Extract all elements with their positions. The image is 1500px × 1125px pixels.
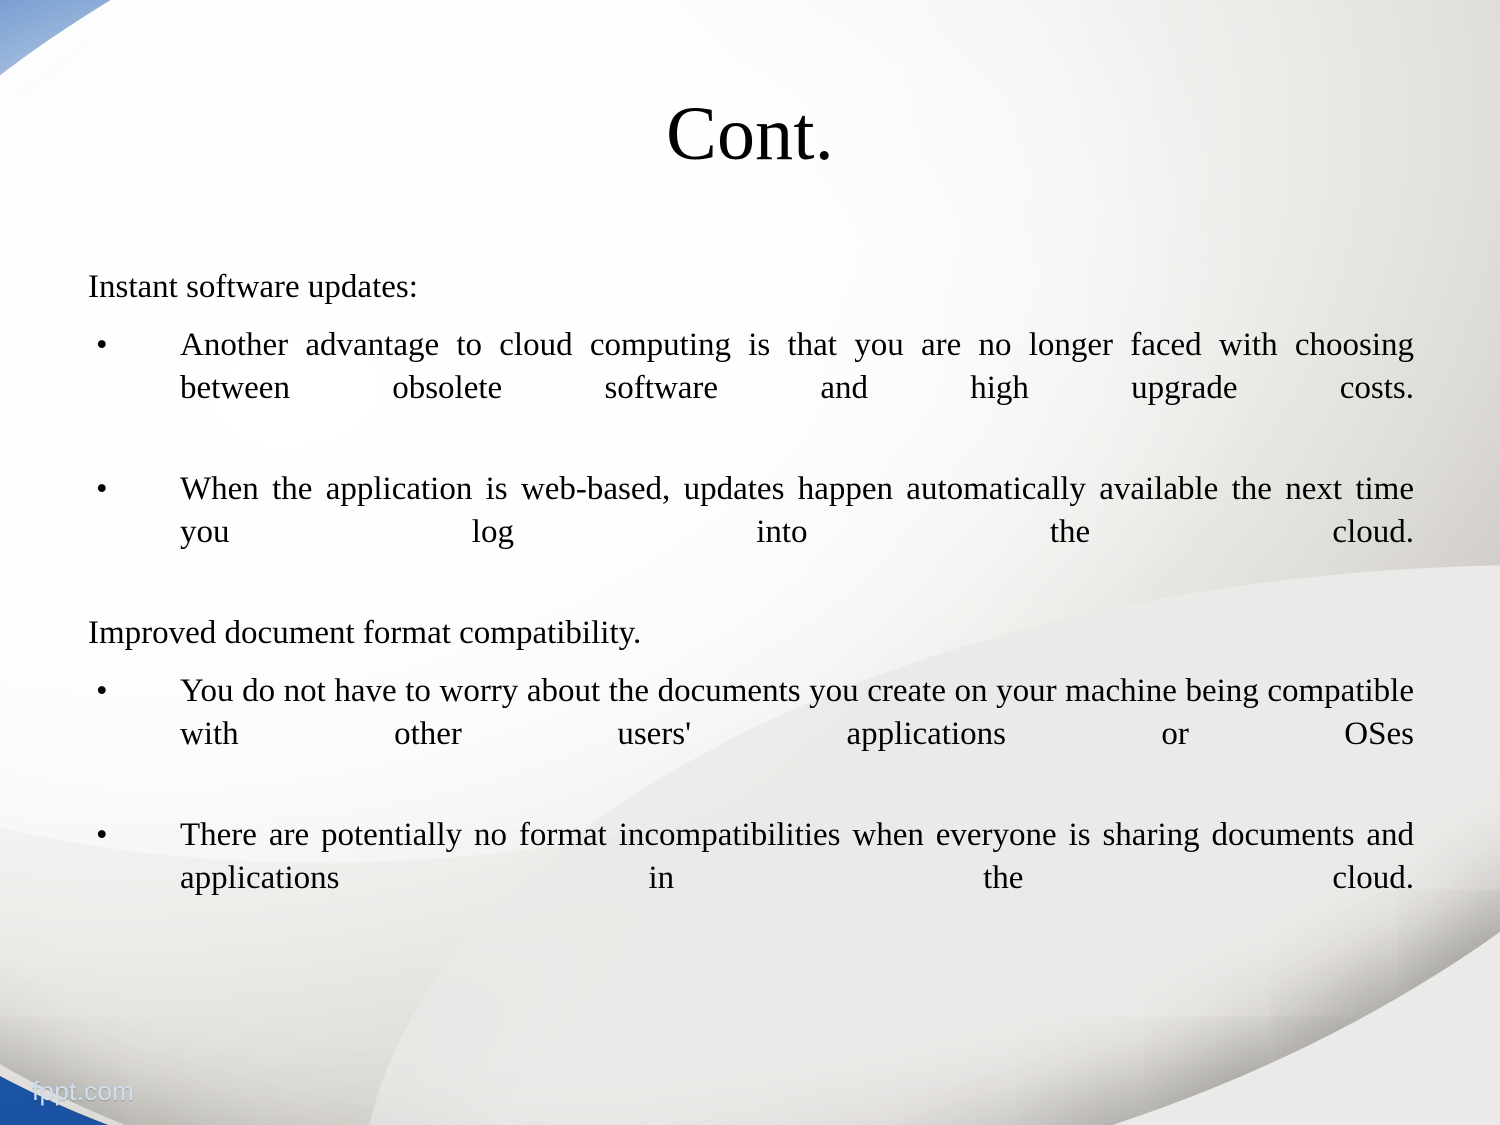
list-item: • You do not have to worry about the doc… [88,670,1414,799]
list-item: • Another advantage to cloud computing i… [88,324,1414,453]
lead-line-instant-software-updates: Instant software updates: [88,269,418,305]
bullet-point-icon: • [96,326,108,363]
bullet-text: Another advantage to cloud computing is … [180,326,1414,406]
bullet-text: There are potentially no format incompat… [180,816,1414,896]
slide-title: Cont. [666,92,834,176]
bullet-text: When the application is web-based, updat… [180,470,1414,550]
list-item: • There are potentially no format incomp… [88,814,1414,943]
bullet-point-icon: • [96,673,108,710]
presentation-slide: Cont. Instant software updates: • Anothe… [0,0,1500,1125]
fppt-watermark: fppt.com [32,1076,135,1106]
bullet-point-icon: • [96,816,108,853]
list-item: • When the application is web-based, upd… [88,468,1414,597]
lead-line-improved-document-format-compatibility: Improved document format compatibility. [88,615,642,652]
bullet-point-icon: • [96,470,108,507]
slide-body: Instant software updates: • Another adva… [88,268,1414,958]
bullet-text: You do not have to worry about the docum… [180,673,1414,753]
